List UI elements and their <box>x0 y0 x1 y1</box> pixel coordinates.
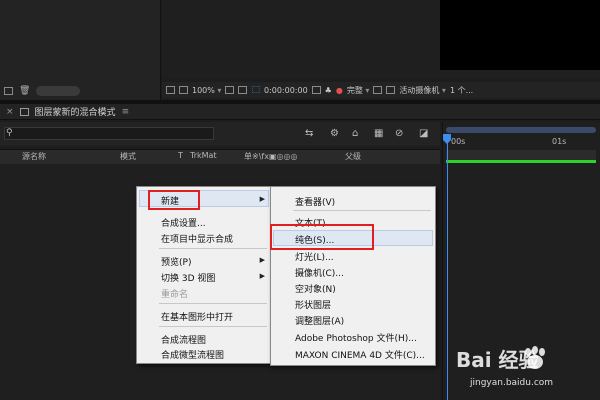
work-area-track <box>446 150 596 160</box>
baidu-paw-icon <box>525 346 545 369</box>
menu-separator <box>159 303 267 304</box>
search-icon: ⚲ <box>6 128 13 138</box>
monitor-icon[interactable] <box>179 86 188 94</box>
resolution-select[interactable]: 完整 <box>347 85 370 96</box>
region-of-interest-icon[interactable] <box>373 86 383 94</box>
folder-icon[interactable] <box>4 87 13 95</box>
show-snapshot-icon[interactable]: ♣ <box>325 86 332 95</box>
playhead-line <box>447 134 448 400</box>
close-icon[interactable]: × <box>6 107 14 117</box>
watermark-url: jingyan.baidu.com <box>470 378 554 388</box>
menu-item-open-in-essential-graphics[interactable]: 在基本图形中打开 <box>161 310 233 323</box>
ruler-label-start: 00s <box>451 137 466 146</box>
submenu-arrow-icon: ▶ <box>259 272 265 280</box>
project-toolbar: 🗑 <box>0 82 160 100</box>
submenu-item-viewer[interactable]: 查看器(V) <box>295 195 335 208</box>
shy-layers-icon[interactable]: ⌂ <box>352 128 358 139</box>
submenu-item-photoshop-file[interactable]: Adobe Photoshop 文件(H)... <box>295 331 417 344</box>
menu-item-preview[interactable]: 预览(P) <box>161 255 191 268</box>
camera-select[interactable]: 活动摄像机 <box>399 85 446 96</box>
mask-visibility-icon[interactable]: ⬚ <box>251 85 260 95</box>
menu-separator <box>293 210 431 211</box>
col-switches[interactable]: 单※\fx▣◎◎◎ <box>244 151 297 162</box>
context-menu: 新建 ▶ 合成设置... 在项目中显示合成 预览(P) ▶ 切换 3D 视图 ▶… <box>136 186 272 364</box>
menu-item-reveal-in-project[interactable]: 在项目中显示合成 <box>161 232 233 245</box>
submenu-item-light[interactable]: 灯光(L)... <box>295 250 334 263</box>
viewer-toolbar: 100% ⬚ 0:00:00:00 ♣ ● 完整 活动摄像机 1 个... <box>162 82 600 98</box>
menu-item-comp-flowchart[interactable]: 合成流程图 <box>161 333 206 346</box>
submenu-item-camera[interactable]: 摄像机(C)... <box>295 266 344 279</box>
menu-item-comp-mini-flowchart[interactable]: 合成微型流程图 <box>161 348 224 361</box>
submenu-item-adjustment-layer[interactable]: 调整图层(A) <box>295 314 344 327</box>
col-parent[interactable]: 父级 <box>345 151 361 162</box>
grid-icon[interactable] <box>238 86 248 94</box>
zoom-select[interactable]: 100% <box>192 86 221 95</box>
submenu-item-cinema4d-file[interactable]: MAXON CINEMA 4D 文件(C)... <box>295 348 425 361</box>
timecode-display[interactable]: 0:00:00:00 <box>264 86 308 95</box>
menu-item-comp-settings[interactable]: 合成设置... <box>161 216 206 229</box>
time-navigator[interactable] <box>446 127 596 133</box>
submenu-arrow-icon: ▶ <box>259 256 265 264</box>
submenu-item-null-object[interactable]: 空对象(N) <box>295 282 336 295</box>
col-mode[interactable]: 模式 <box>120 151 136 162</box>
col-t[interactable]: T <box>178 151 183 160</box>
composition-icon <box>19 107 29 116</box>
menu-item-switch-3d-view[interactable]: 切换 3D 视图 <box>161 271 215 284</box>
transparency-grid-icon[interactable] <box>386 86 396 94</box>
snapshot-icon[interactable] <box>311 86 321 94</box>
graph-editor-icon[interactable]: ◪ <box>419 128 428 139</box>
work-area-bar[interactable] <box>446 160 596 163</box>
layer-column-header <box>0 149 440 165</box>
color-channel-icon[interactable]: ● <box>336 86 343 95</box>
menu-item-rename: 重命名 <box>161 290 189 300</box>
col-trkmat[interactable]: TrkMat <box>190 151 217 160</box>
trash-icon[interactable]: 🗑 <box>19 86 30 96</box>
menu-separator <box>159 248 267 249</box>
highlight-box-solid <box>270 224 374 250</box>
layer-search-input[interactable] <box>4 127 214 140</box>
bpc-toggle[interactable] <box>36 86 81 96</box>
always-preview-icon[interactable] <box>166 86 175 94</box>
views-select[interactable]: 1 个... <box>450 85 473 96</box>
timeline-tab-bar: × 图层蒙新的混合模式 ≡ <box>0 104 600 120</box>
menu-separator <box>159 326 267 327</box>
col-source-name[interactable]: 源名称 <box>22 151 46 162</box>
comp-mini-flowchart-icon[interactable]: ⇆ <box>305 128 313 139</box>
tab-composition[interactable]: 图层蒙新的混合模式 <box>35 105 116 118</box>
submenu-item-shape-layer[interactable]: 形状图层 <box>295 298 331 311</box>
submenu-arrow-icon: ▶ <box>259 195 265 203</box>
panel-menu-icon[interactable]: ≡ <box>122 107 130 117</box>
draft-3d-icon[interactable]: ⚙ <box>330 128 339 139</box>
composition-canvas[interactable] <box>440 0 600 70</box>
highlight-box-new <box>148 190 200 210</box>
new-submenu: 查看器(V) 文本(T) 纯色(S)... 灯光(L)... 摄像机(C)...… <box>270 186 436 366</box>
safe-margins-icon[interactable] <box>225 86 235 94</box>
frame-blending-icon[interactable]: ▦ <box>374 128 383 139</box>
ruler-label-tick: 01s <box>552 137 567 146</box>
motion-blur-icon[interactable]: ⊘ <box>395 128 403 139</box>
